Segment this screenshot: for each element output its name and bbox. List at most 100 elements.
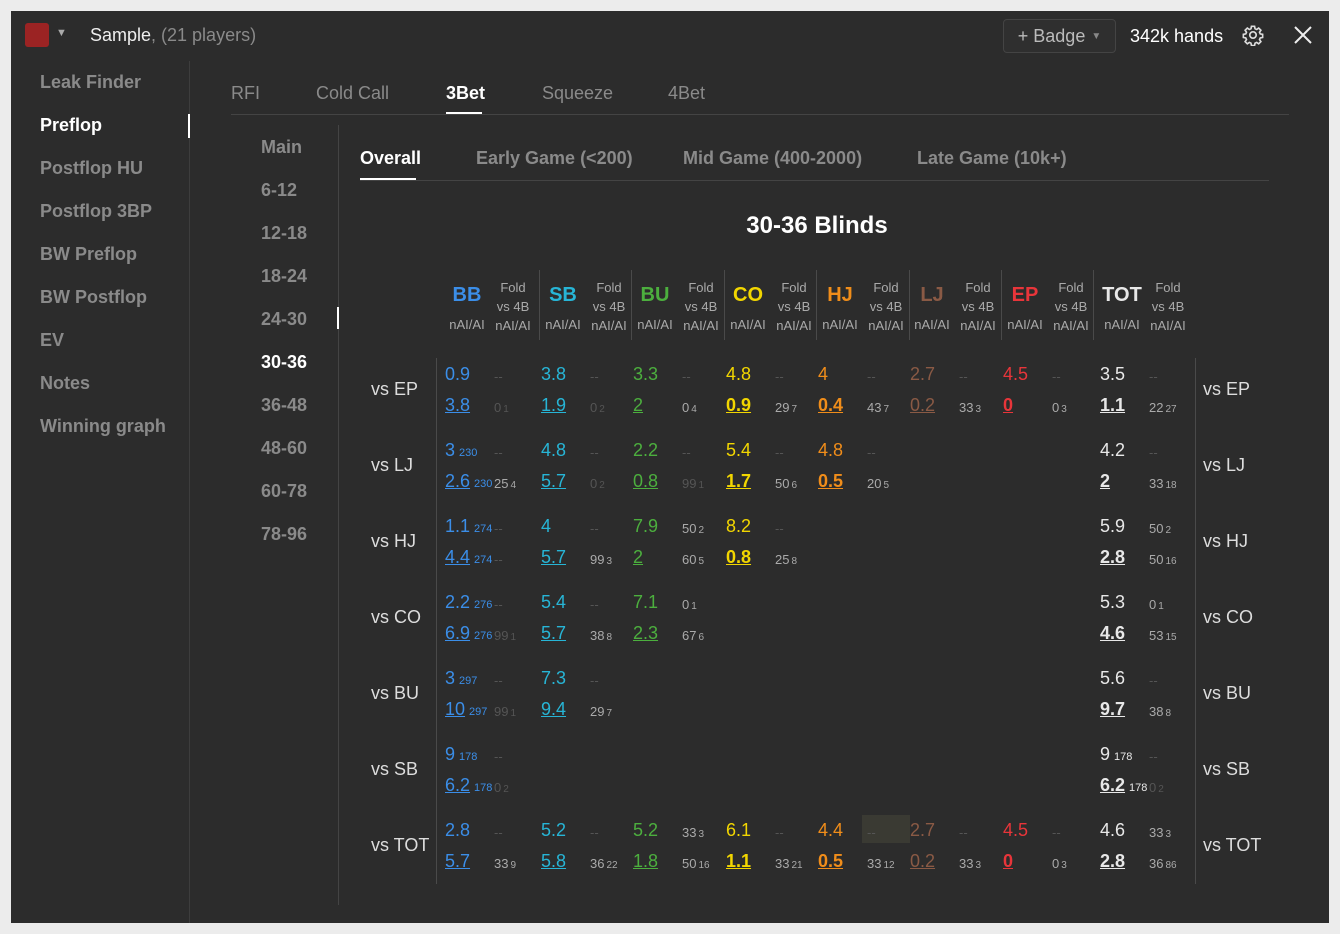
stat-top-tot[interactable]: 4.6 [1100, 820, 1125, 841]
stat-bottom-co[interactable]: 1.7 [726, 471, 751, 492]
sidebar-item-notes[interactable]: Notes [40, 373, 90, 394]
stat-top-sb[interactable]: 5.4 [541, 592, 566, 613]
stat-top-sb[interactable]: 5.2 [541, 820, 566, 841]
stat-top-sb[interactable]: 4 [541, 516, 551, 537]
stat-top-bb[interactable]: 9 178 [445, 744, 477, 765]
sidebar-item-ev[interactable]: EV [40, 330, 64, 351]
stat-bottom-tot[interactable]: 2.8 [1100, 851, 1125, 872]
range-36-48[interactable]: 36-48 [261, 395, 307, 416]
subtab-mid-game-400-2000-[interactable]: Mid Game (400-2000) [683, 148, 862, 169]
stat-bottom-lj[interactable]: 0.2 [910, 395, 935, 416]
subtab-early-game-200-[interactable]: Early Game (<200) [476, 148, 633, 169]
stat-top-hj[interactable]: 4 [818, 364, 828, 385]
stat-bottom-bb[interactable]: 6.9 276 [445, 623, 492, 644]
stat-top-bb[interactable]: 2.8 [445, 820, 470, 841]
stat-bottom-bb[interactable]: 5.7 [445, 851, 470, 872]
stat-bottom-co[interactable]: 0.8 [726, 547, 751, 568]
stat-top-bb[interactable]: 0.9 [445, 364, 470, 385]
range-main[interactable]: Main [261, 137, 302, 158]
player-color-swatch[interactable] [25, 23, 49, 47]
stat-top-tot[interactable]: 9 178 [1100, 744, 1132, 765]
stat-bottom-lj[interactable]: 0.2 [910, 851, 935, 872]
stat-bottom-bb[interactable]: 2.6 230 [445, 471, 492, 492]
stat-bottom-co[interactable]: 0.9 [726, 395, 751, 416]
stat-bottom-bu[interactable]: 1.8 [633, 851, 658, 872]
stat-top-sb[interactable]: 7.3 [541, 668, 566, 689]
range-6-12[interactable]: 6-12 [261, 180, 297, 201]
sidebar-item-bw-preflop[interactable]: BW Preflop [40, 244, 137, 265]
subtab-late-game-10k-[interactable]: Late Game (10k+) [917, 148, 1067, 169]
stat-bottom-tot[interactable]: 4.6 [1100, 623, 1125, 644]
stat-top-co[interactable]: 4.8 [726, 364, 751, 385]
sidebar-item-winning-graph[interactable]: Winning graph [40, 416, 166, 437]
stat-top-bu[interactable]: 3.3 [633, 364, 658, 385]
stat-top-co[interactable]: 8.2 [726, 516, 751, 537]
stat-top-bu[interactable]: 5.2 [633, 820, 658, 841]
stat-top-co[interactable]: 6.1 [726, 820, 751, 841]
tab-squeeze[interactable]: Squeeze [542, 83, 613, 104]
stat-top-co[interactable]: 5.4 [726, 440, 751, 461]
stat-top-tot[interactable]: 3.5 [1100, 364, 1125, 385]
stat-bottom-bu[interactable]: 0.8 [633, 471, 658, 492]
tab-rfi[interactable]: RFI [231, 83, 260, 104]
stat-top-bu[interactable]: 2.2 [633, 440, 658, 461]
stat-bottom-bb[interactable]: 6.2 178 [445, 775, 492, 796]
range-48-60[interactable]: 48-60 [261, 438, 307, 459]
tab-4bet[interactable]: 4Bet [668, 83, 705, 104]
stat-top-sb[interactable]: 4.8 [541, 440, 566, 461]
stat-bottom-sb[interactable]: 5.7 [541, 547, 566, 568]
stat-bottom-bu[interactable]: 2 [633, 395, 643, 416]
stat-bottom-bu[interactable]: 2 [633, 547, 643, 568]
range-30-36[interactable]: 30-36 [261, 352, 307, 373]
stat-bottom-tot[interactable]: 2 [1100, 471, 1110, 492]
stat-bottom-tot[interactable]: 1.1 [1100, 395, 1125, 416]
stat-top-ep[interactable]: 4.5 [1003, 364, 1028, 385]
stat-top-sb[interactable]: 3.8 [541, 364, 566, 385]
stat-bottom-sb[interactable]: 5.7 [541, 471, 566, 492]
stat-bottom-bb[interactable]: 10 297 [445, 699, 487, 720]
range-12-18[interactable]: 12-18 [261, 223, 307, 244]
stat-bottom-hj[interactable]: 0.4 [818, 395, 843, 416]
stat-bottom-sb[interactable]: 9.4 [541, 699, 566, 720]
stat-bottom-ep[interactable]: 0 [1003, 395, 1013, 416]
stat-top-ep[interactable]: 4.5 [1003, 820, 1028, 841]
range-60-78[interactable]: 60-78 [261, 481, 307, 502]
stat-top-bb[interactable]: 2.2 276 [445, 592, 492, 613]
range-18-24[interactable]: 18-24 [261, 266, 307, 287]
close-icon[interactable] [1292, 24, 1314, 46]
tab-cold-call[interactable]: Cold Call [316, 83, 389, 104]
add-badge-button[interactable]: + Badge ▼ [1003, 19, 1116, 53]
stat-top-bu[interactable]: 7.9 [633, 516, 658, 537]
tab-3bet[interactable]: 3Bet [446, 83, 485, 104]
stat-bottom-hj[interactable]: 0.5 [818, 851, 843, 872]
stat-top-hj[interactable]: 4.8 [818, 440, 843, 461]
sidebar-item-postflop-3bp[interactable]: Postflop 3BP [40, 201, 152, 222]
stat-bottom-tot[interactable]: 9.7 [1100, 699, 1125, 720]
stat-top-hj[interactable]: 4.4 [818, 820, 843, 841]
sidebar-item-postflop-hu[interactable]: Postflop HU [40, 158, 143, 179]
stat-top-tot[interactable]: 5.6 [1100, 668, 1125, 689]
stat-bottom-tot[interactable]: 2.8 [1100, 547, 1125, 568]
stat-top-tot[interactable]: 5.3 [1100, 592, 1125, 613]
stat-bottom-ep[interactable]: 0 [1003, 851, 1013, 872]
stat-top-bb[interactable]: 1.1 274 [445, 516, 492, 537]
stat-top-tot[interactable]: 5.9 [1100, 516, 1125, 537]
stat-bottom-sb[interactable]: 1.9 [541, 395, 566, 416]
stat-bottom-co[interactable]: 1.1 [726, 851, 751, 872]
stat-bottom-bu[interactable]: 2.3 [633, 623, 658, 644]
stat-bottom-hj[interactable]: 0.5 [818, 471, 843, 492]
stat-bottom-bb[interactable]: 3.8 [445, 395, 470, 416]
chevron-down-icon[interactable]: ▼ [56, 27, 67, 39]
stat-bottom-sb[interactable]: 5.8 [541, 851, 566, 872]
stat-top-lj[interactable]: 2.7 [910, 820, 935, 841]
stat-bottom-sb[interactable]: 5.7 [541, 623, 566, 644]
gear-icon[interactable] [1242, 24, 1264, 46]
range-24-30[interactable]: 24-30 [261, 309, 307, 330]
stat-top-tot[interactable]: 4.2 [1100, 440, 1125, 461]
stat-bottom-bb[interactable]: 4.4 274 [445, 547, 492, 568]
sidebar-item-preflop[interactable]: Preflop [40, 115, 102, 136]
stat-top-bu[interactable]: 7.1 [633, 592, 658, 613]
subtab-overall[interactable]: Overall [360, 148, 421, 169]
sidebar-item-bw-postflop[interactable]: BW Postflop [40, 287, 147, 308]
stat-top-bb[interactable]: 3 297 [445, 668, 477, 689]
